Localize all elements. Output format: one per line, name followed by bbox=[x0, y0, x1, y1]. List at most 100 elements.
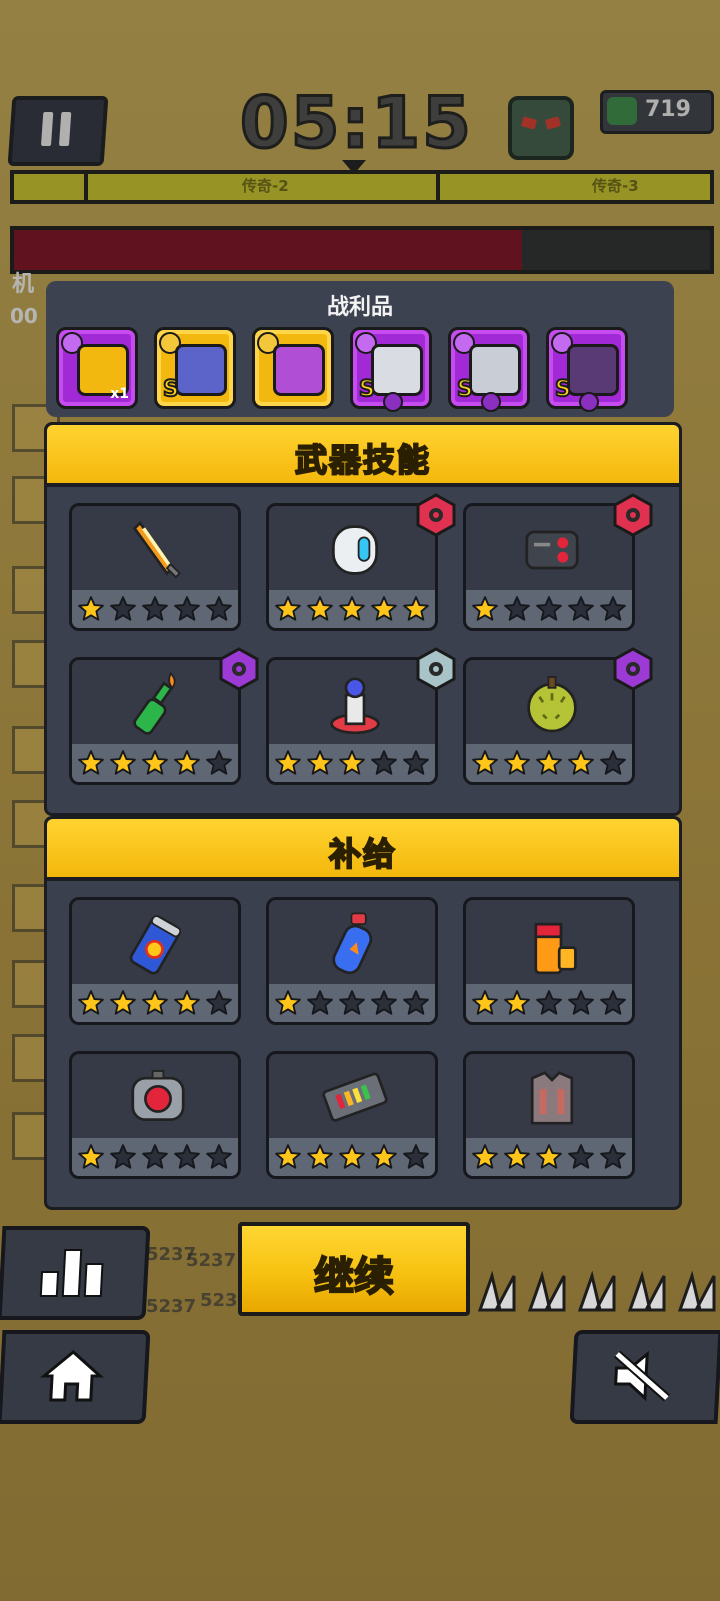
stats-button[interactable] bbox=[0, 1226, 151, 1320]
damage-number: 5237 bbox=[186, 1250, 237, 1271]
supplies-title: 补给 bbox=[328, 834, 397, 874]
supply-card[interactable] bbox=[463, 1051, 635, 1179]
spike-traps-icon bbox=[477, 1270, 716, 1312]
star-empty-icon bbox=[206, 596, 232, 621]
molotov-bottle-icon bbox=[133, 671, 176, 735]
card-icon-zone bbox=[269, 506, 435, 594]
star-filled-icon bbox=[339, 750, 365, 775]
mute-toggle-button[interactable] bbox=[569, 1330, 720, 1424]
star-filled-icon bbox=[536, 750, 562, 775]
star-rating bbox=[466, 984, 632, 1022]
energy-can-icon bbox=[129, 915, 182, 975]
weapon-skill-card[interactable] bbox=[463, 657, 635, 785]
star-filled-icon bbox=[504, 750, 530, 775]
star-empty-icon bbox=[403, 990, 429, 1015]
star-filled-icon bbox=[472, 596, 498, 621]
weapon-skill-card[interactable] bbox=[463, 503, 635, 631]
weapon-skill-card[interactable] bbox=[69, 657, 241, 785]
star-empty-icon bbox=[504, 596, 530, 621]
star-empty-icon bbox=[403, 1144, 429, 1169]
energy-cell-icon bbox=[322, 1072, 388, 1122]
star-filled-icon bbox=[307, 750, 333, 775]
star-filled-icon bbox=[339, 1144, 365, 1169]
loot-item[interactable]: S bbox=[546, 327, 628, 412]
star-empty-icon bbox=[371, 750, 397, 775]
weapon-skills-title: 武器技能 bbox=[294, 440, 431, 480]
star-filled-icon bbox=[307, 1144, 333, 1169]
star-empty-icon bbox=[174, 1144, 200, 1169]
capsule-drone-icon bbox=[332, 525, 378, 575]
star-filled-icon bbox=[174, 990, 200, 1015]
star-rating bbox=[269, 590, 435, 628]
star-filled-icon bbox=[78, 1144, 104, 1169]
supply-card[interactable] bbox=[463, 897, 635, 1025]
star-empty-icon bbox=[600, 596, 626, 621]
star-filled-icon bbox=[371, 596, 397, 621]
durian-icon bbox=[527, 676, 577, 733]
star-filled-icon bbox=[275, 596, 301, 621]
card-icon-zone bbox=[466, 1054, 632, 1142]
supply-card[interactable] bbox=[266, 897, 438, 1025]
card-icon-zone bbox=[269, 1054, 435, 1142]
star-filled-icon bbox=[78, 990, 104, 1015]
flame-sword-icon bbox=[132, 520, 181, 579]
card-icon-zone bbox=[466, 900, 632, 988]
skill-badge-icon bbox=[613, 647, 653, 691]
star-filled-icon bbox=[142, 990, 168, 1015]
bar-chart-icon bbox=[39, 1249, 104, 1297]
loot-item[interactable] bbox=[252, 327, 334, 409]
star-filled-icon bbox=[536, 1144, 562, 1169]
star-empty-icon bbox=[110, 1144, 136, 1169]
star-filled-icon bbox=[504, 1144, 530, 1169]
star-filled-icon bbox=[174, 750, 200, 775]
star-empty-icon bbox=[536, 990, 562, 1015]
loot-item[interactable]: x1 bbox=[56, 327, 138, 409]
damage-number: 523 bbox=[200, 1290, 238, 1311]
star-empty-icon bbox=[600, 990, 626, 1015]
loot-item[interactable]: S bbox=[154, 327, 236, 409]
weapon-skill-card[interactable] bbox=[69, 503, 241, 631]
weapon-skill-card[interactable] bbox=[266, 503, 438, 631]
weapon-skill-card[interactable] bbox=[266, 657, 438, 785]
star-rating bbox=[466, 1138, 632, 1176]
star-filled-icon bbox=[275, 1144, 301, 1169]
battery-icon bbox=[534, 922, 577, 975]
continue-button[interactable]: 继续 bbox=[238, 1222, 470, 1316]
supply-card[interactable] bbox=[69, 897, 241, 1025]
boots-icon bbox=[273, 344, 325, 396]
item-grade-label: S bbox=[456, 376, 474, 403]
tesla-tower-icon bbox=[330, 677, 380, 735]
supply-card[interactable] bbox=[69, 1051, 241, 1179]
star-empty-icon bbox=[536, 596, 562, 621]
item-quantity: x1 bbox=[110, 386, 129, 402]
star-empty-icon bbox=[206, 990, 232, 1015]
continue-label: 继续 bbox=[313, 1253, 395, 1301]
laser-cannon-icon bbox=[525, 530, 579, 570]
skill-badge-icon bbox=[613, 493, 653, 537]
star-empty-icon bbox=[568, 1144, 594, 1169]
loot-item[interactable]: S bbox=[448, 327, 530, 412]
weapon-blaster-icon bbox=[175, 344, 227, 396]
item-grade-label: S bbox=[358, 376, 376, 403]
home-button[interactable] bbox=[0, 1330, 151, 1424]
star-rating bbox=[466, 744, 632, 782]
star-rating bbox=[72, 984, 238, 1022]
star-empty-icon bbox=[600, 750, 626, 775]
item-level-dot-icon bbox=[481, 392, 501, 412]
star-empty-icon bbox=[206, 750, 232, 775]
star-filled-icon bbox=[504, 990, 530, 1015]
star-rating bbox=[72, 590, 238, 628]
card-icon-zone bbox=[72, 1054, 238, 1142]
card-icon-zone bbox=[72, 506, 238, 594]
star-rating bbox=[269, 1138, 435, 1176]
star-filled-icon bbox=[472, 1144, 498, 1169]
supply-card[interactable] bbox=[266, 1051, 438, 1179]
supplies-panel: 补给 bbox=[44, 816, 682, 1210]
star-rating bbox=[269, 744, 435, 782]
card-icon-zone bbox=[466, 506, 632, 594]
loot-item[interactable]: S bbox=[350, 327, 432, 412]
home-icon bbox=[39, 1350, 105, 1402]
sound-muted-icon bbox=[614, 1350, 670, 1402]
supplies-header: 补给 bbox=[47, 819, 679, 881]
star-filled-icon bbox=[403, 596, 429, 621]
